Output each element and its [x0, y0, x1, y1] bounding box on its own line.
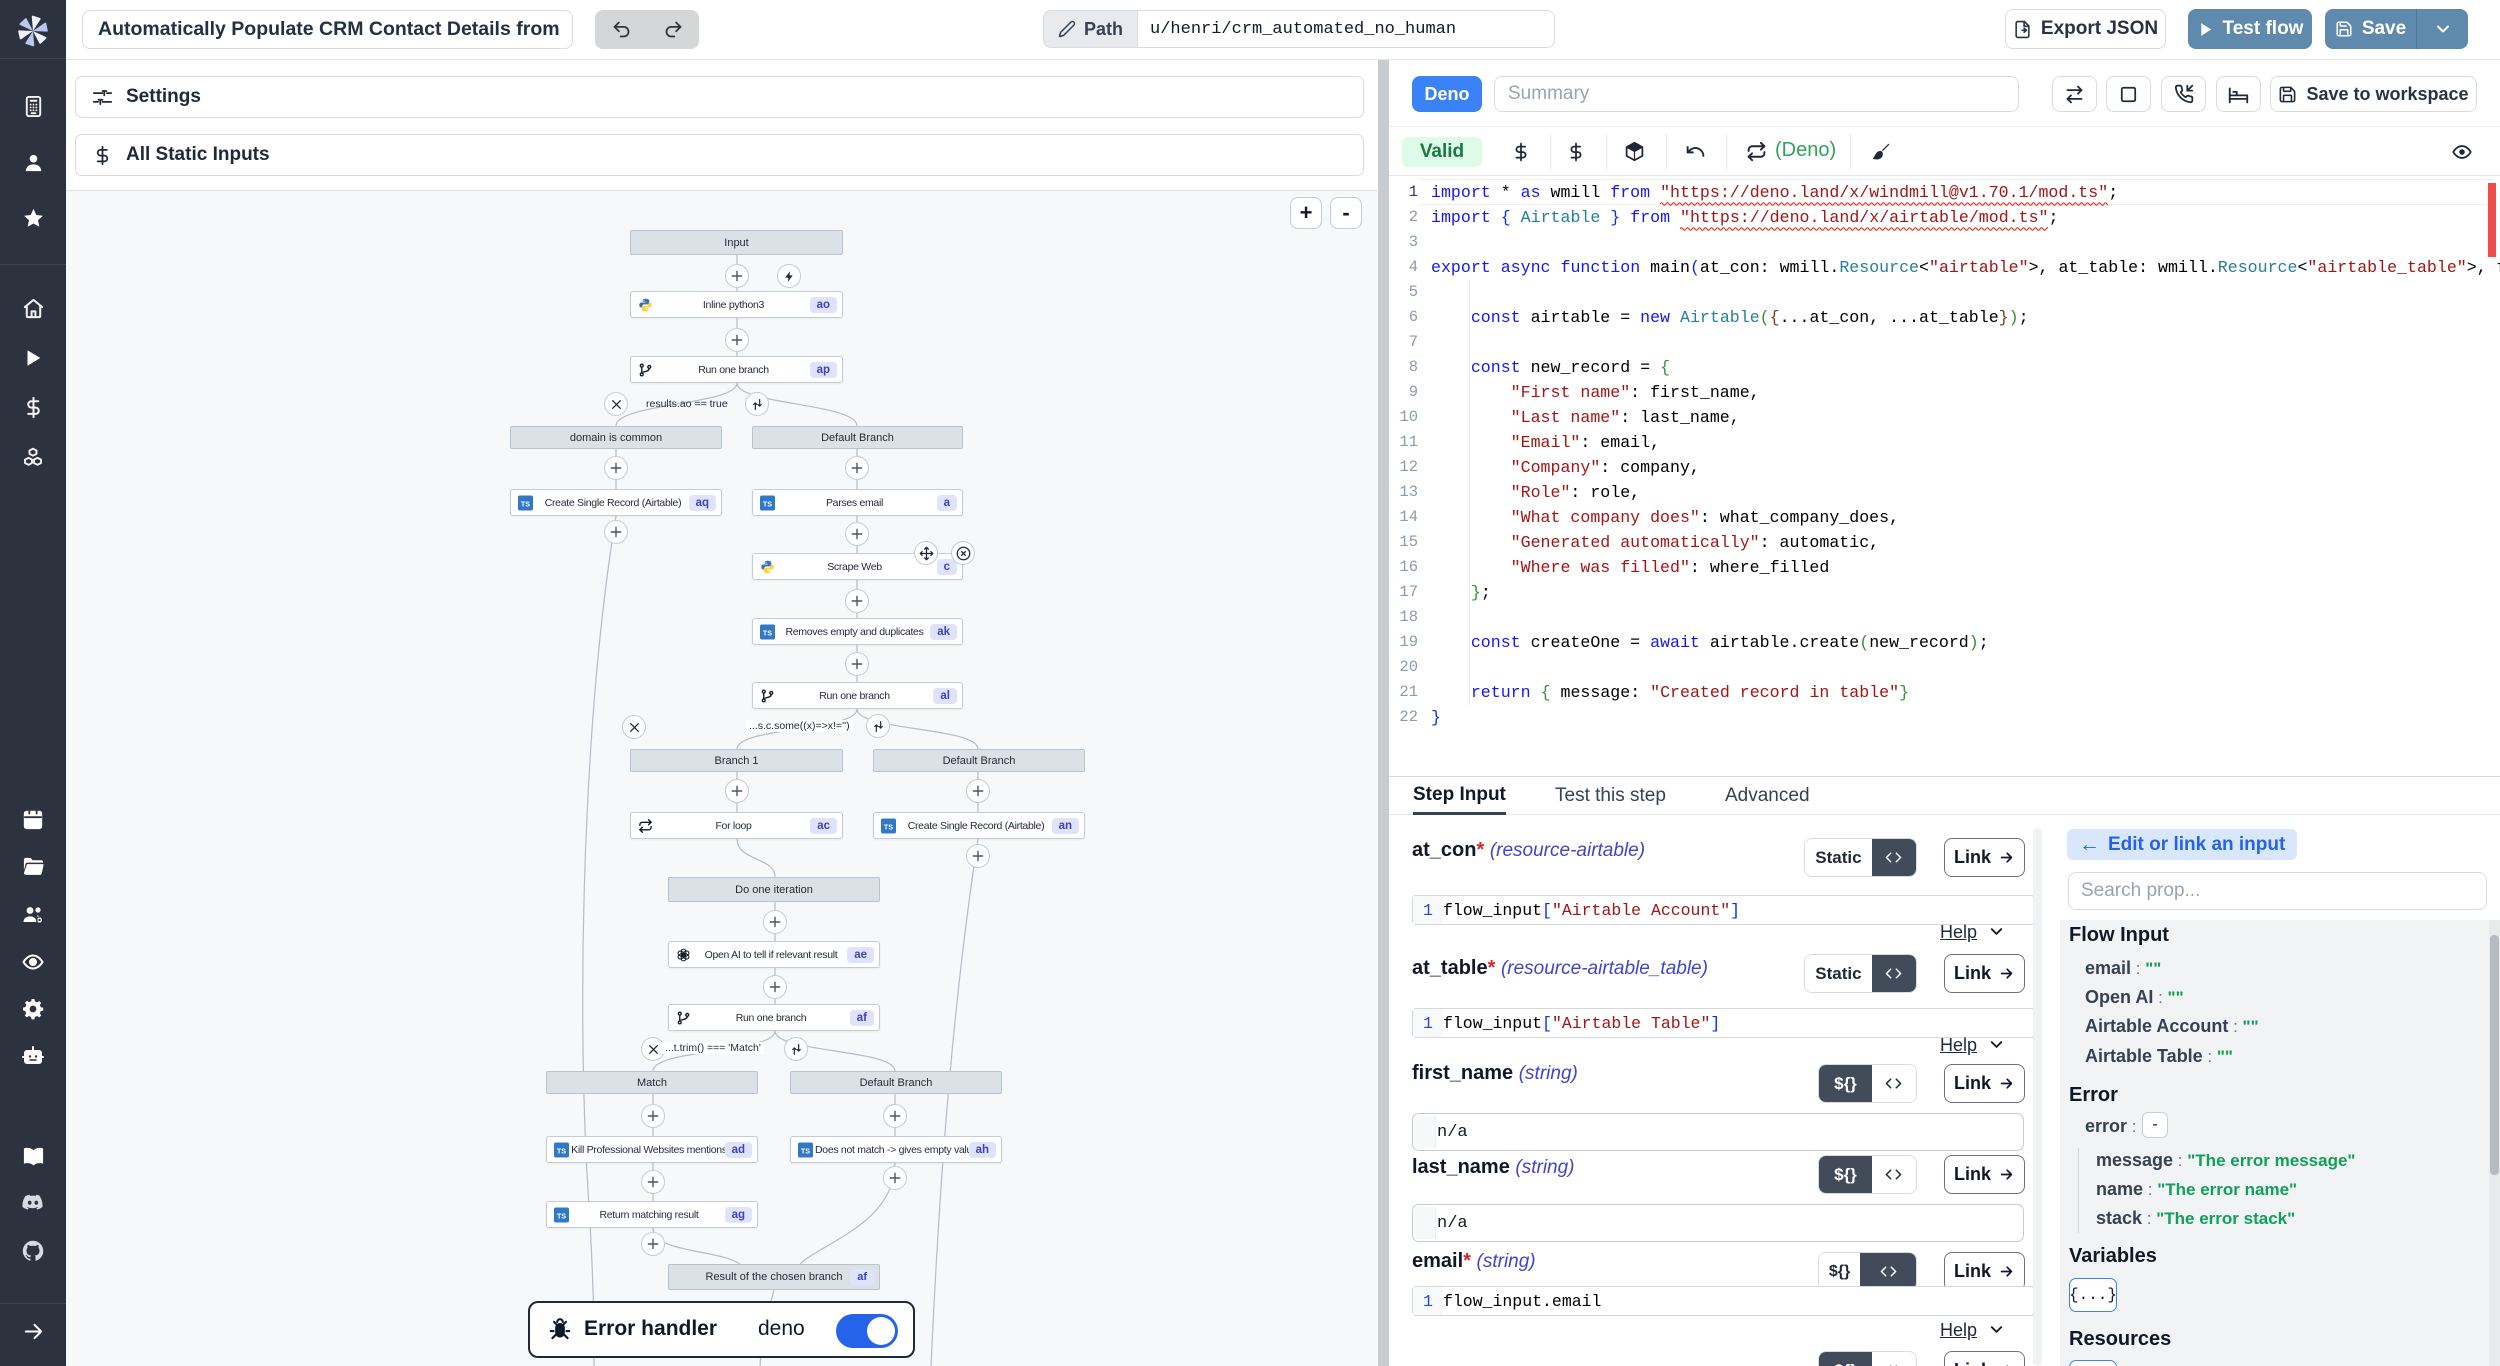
svg-text:TS: TS: [763, 629, 772, 637]
svg-text:TS: TS: [557, 1212, 566, 1220]
svg-text:TS: TS: [884, 823, 893, 831]
svg-text:TS: TS: [801, 1147, 810, 1155]
svg-text:TS: TS: [763, 500, 772, 508]
svg-text:TS: TS: [557, 1147, 566, 1155]
svg-text:TS: TS: [521, 500, 530, 508]
